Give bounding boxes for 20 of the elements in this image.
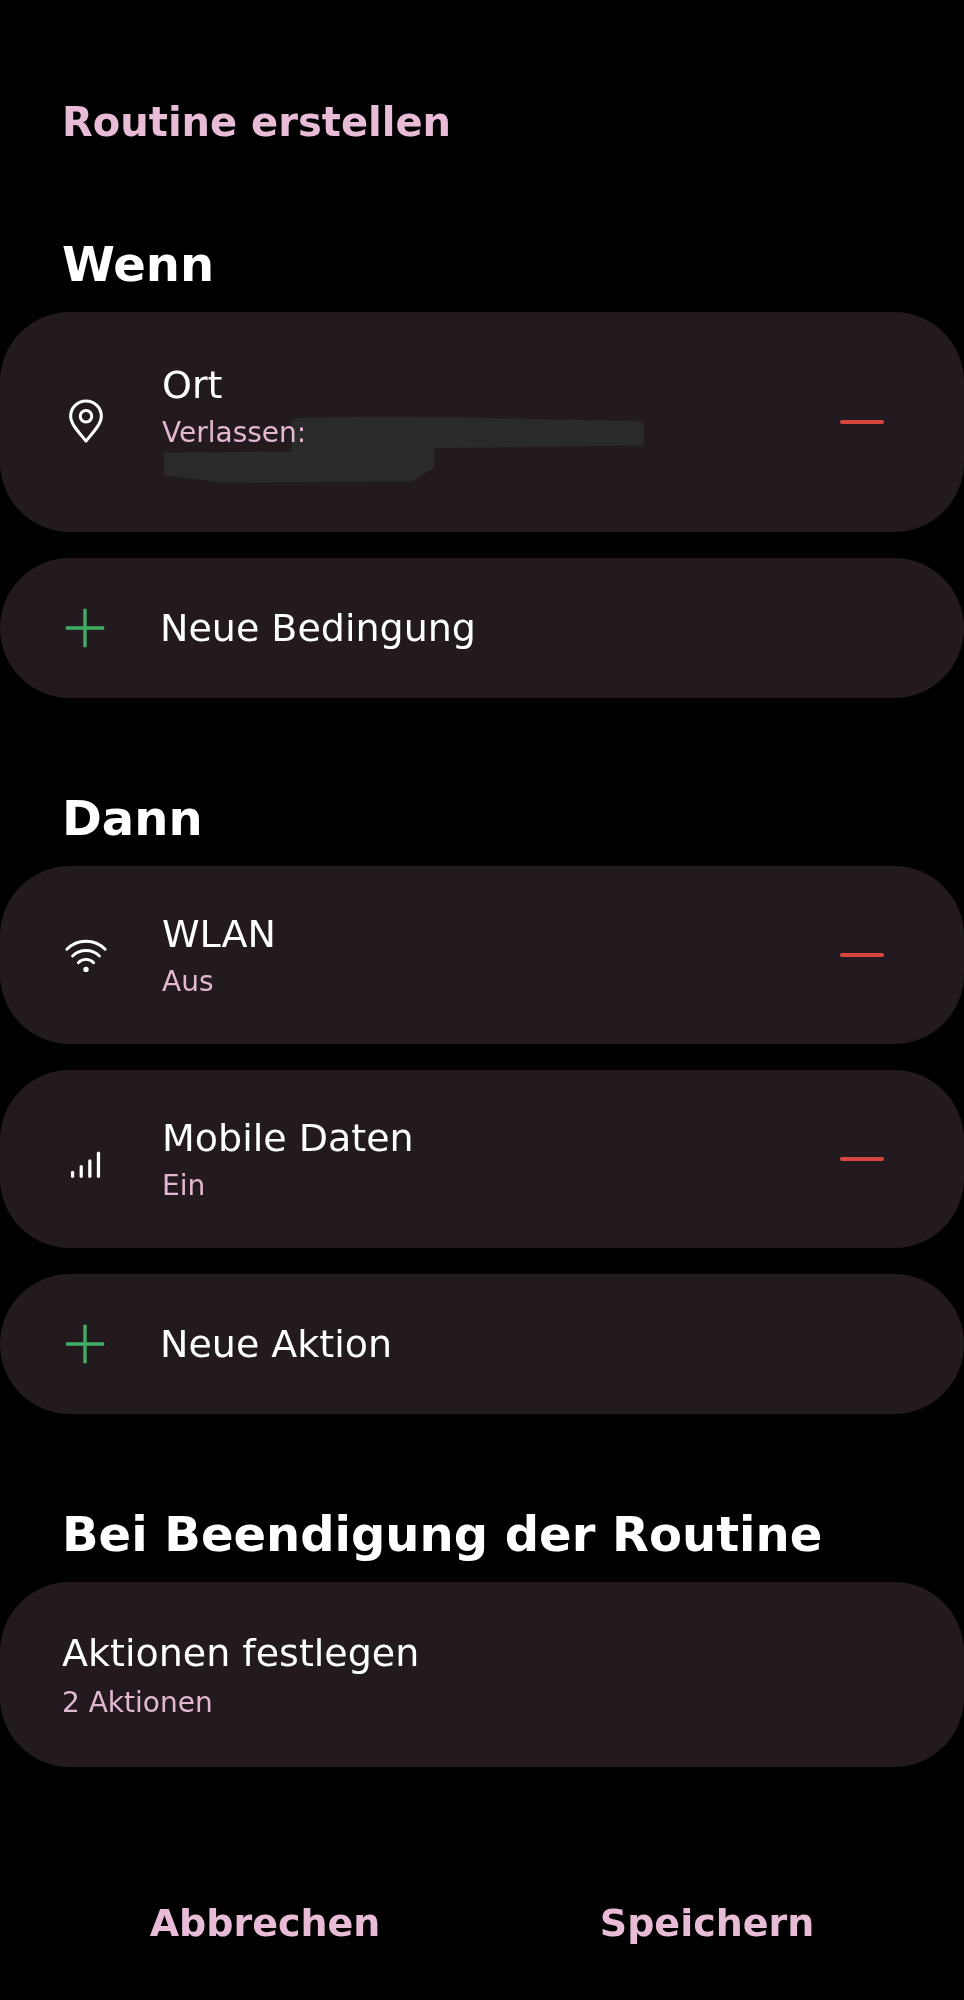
routine-card[interactable]: Ort Verlassen: xyxy=(0,312,964,532)
summary-count: 2 Aktionen xyxy=(62,1684,214,1721)
add-button[interactable]: Neue Aktion xyxy=(0,1274,964,1414)
routine-card[interactable]: WLAN Aus xyxy=(0,866,964,1044)
summary-card[interactable]: Aktionen festlegen 2 Aktionen xyxy=(0,1582,964,1767)
section-heading: Wenn xyxy=(62,235,216,294)
screen-title: Routine erstellen xyxy=(62,98,453,147)
section-heading: Dann xyxy=(62,789,204,848)
item-subtitle: Ein xyxy=(162,1168,206,1204)
add-button[interactable]: Neue Bedingung xyxy=(0,558,964,698)
routine-card[interactable]: Mobile Daten Ein xyxy=(0,1070,964,1248)
item-title: WLAN xyxy=(162,911,278,958)
section-heading: Bei Beendigung der Routine xyxy=(62,1505,824,1564)
item-title: Ort xyxy=(162,362,224,409)
item-title: Mobile Daten xyxy=(162,1115,415,1162)
item-subtitle: Verlassen: xyxy=(162,415,307,451)
item-subtitle: Aus xyxy=(162,964,214,1000)
summary-title: Aktionen festlegen xyxy=(62,1629,421,1677)
dialog-button[interactable]: Abbrechen xyxy=(129,1891,401,1955)
dialog-button[interactable]: Speichern xyxy=(579,1891,835,1955)
